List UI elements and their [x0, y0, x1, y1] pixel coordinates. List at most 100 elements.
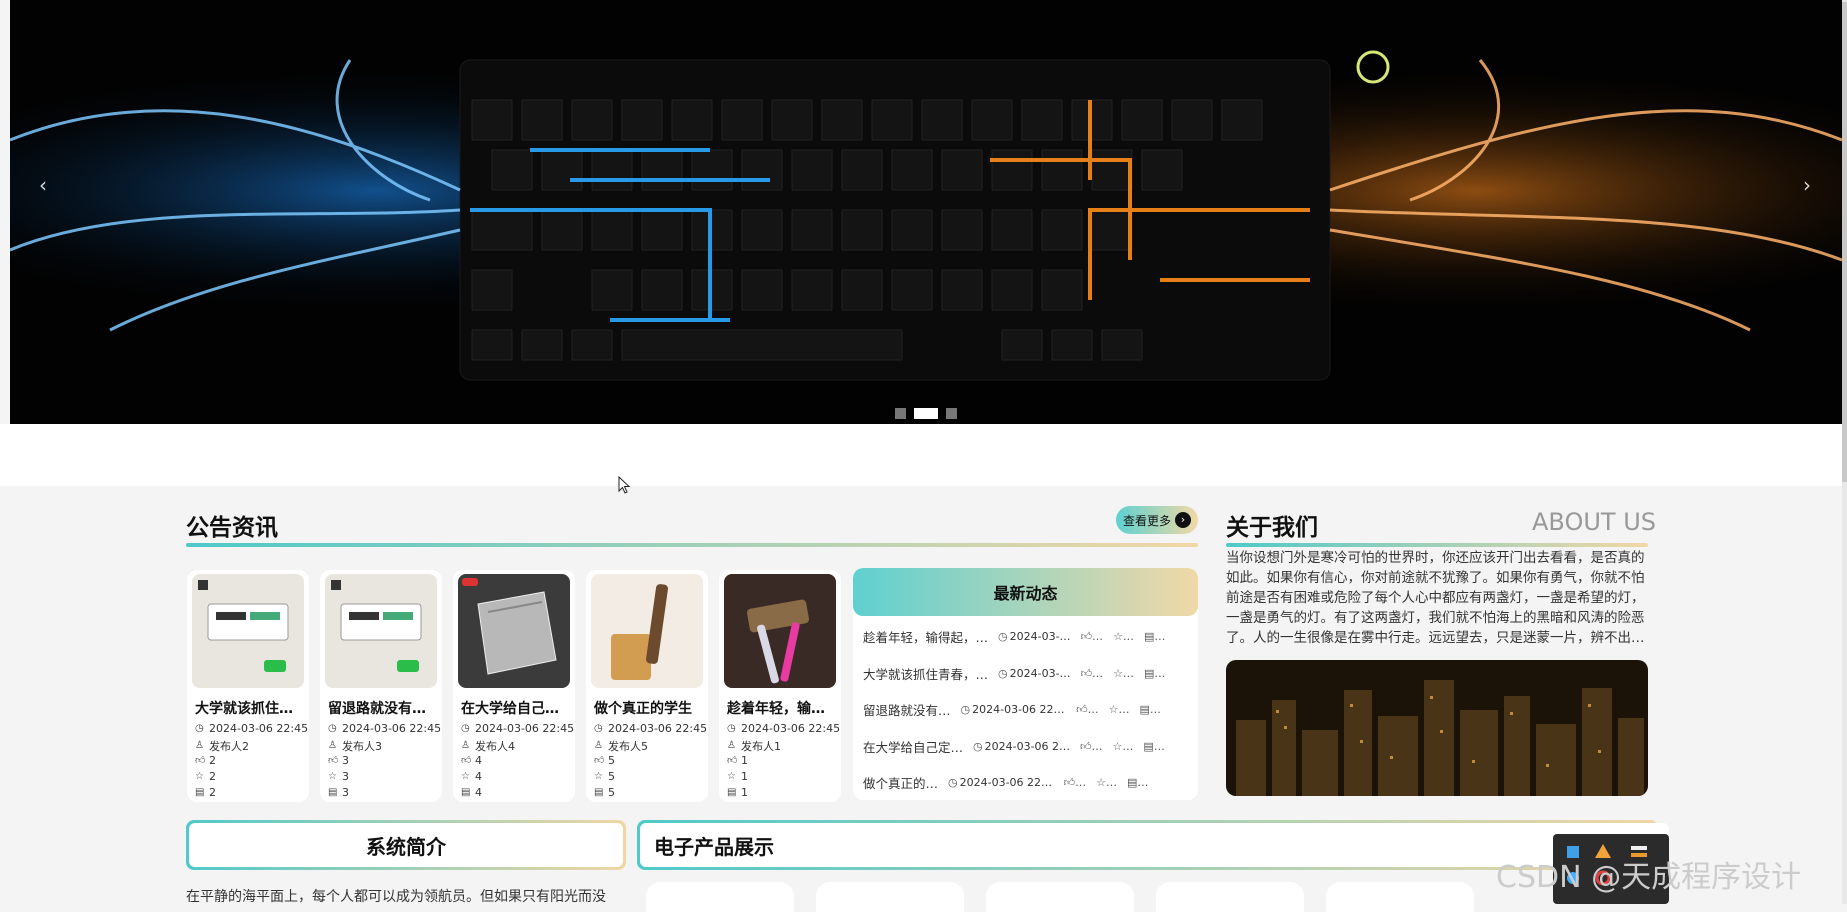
- news-row[interactable]: 在大学给自己定… ◷ 2024-03-06 2… 👍︎… ☆… ▤…: [863, 736, 1193, 756]
- user-icon: ♙: [328, 740, 337, 751]
- views-icon: ▤…: [1143, 666, 1166, 680]
- star-icon: ☆: [195, 770, 204, 782]
- notice-title-underline: [186, 543, 1198, 547]
- news-row[interactable]: 趁着年轻，输得起，… ◷ 2024-03-… 👍︎… ☆… ▤…: [863, 626, 1193, 646]
- about-section-title-en: ABOUT US: [1532, 508, 1657, 536]
- card-date: 2024-03-06 22:45: [608, 722, 708, 735]
- latest-news-title: 最新动态: [853, 568, 1198, 616]
- user-icon: ♙: [727, 740, 736, 751]
- product-card[interactable]: [816, 882, 964, 912]
- latest-news-panel: 最新动态 趁着年轻，输得起，… ◷ 2024-03-… 👍︎… ☆… ▤… 大学就该抓…: [853, 568, 1198, 800]
- product-card[interactable]: [1326, 882, 1474, 912]
- views-icon: ▤: [195, 786, 205, 798]
- news-date: 2024-03-06 22:…: [972, 702, 1067, 716]
- card-title: 大学就该抓住…: [195, 701, 293, 717]
- intro-title: 系统简介: [189, 823, 623, 867]
- notice-card[interactable]: 留退路就没有… ◷ 2024-03-06 22:45 ♙ 发布人3 👍︎ 3 ☆ 3 ▤…: [320, 570, 442, 802]
- card-author: 发布人5: [608, 740, 648, 753]
- mouse-cursor-icon: [618, 476, 631, 494]
- views-icon: ▤: [594, 786, 604, 798]
- star-icon: ☆: [594, 770, 603, 782]
- thumbs-up-icon: 👍︎: [727, 754, 738, 766]
- notice-section-title: 公告资讯: [186, 515, 278, 541]
- carousel-dot-3[interactable]: [946, 408, 957, 419]
- news-row[interactable]: 做个真正的… ◷ 2024-03-06 22:… 👍︎… ☆… ▤…: [863, 772, 1193, 792]
- card-author: 发布人4: [475, 740, 515, 753]
- card-thumbnail: [724, 574, 836, 688]
- about-text: 当你设想门外是寒冷可怕的世界时，你还应该开门出去看看，是否真的如此。如果你有信心…: [1226, 550, 1645, 646]
- news-date: 2024-03-…: [1009, 629, 1071, 643]
- star-icon: ☆…: [1113, 666, 1134, 680]
- card-views: 5: [608, 786, 615, 799]
- carousel-dot-2[interactable]: [914, 408, 938, 419]
- user-icon: ♙: [195, 740, 204, 751]
- thumbs-up-icon: 👍︎…: [1080, 666, 1104, 680]
- product-card[interactable]: [1156, 882, 1304, 912]
- thumbs-up-icon: 👍︎…: [1080, 739, 1103, 753]
- thumbs-up-icon: 👍︎: [594, 754, 605, 766]
- news-title: 留退路就没有…: [863, 702, 951, 718]
- star-icon: ☆: [727, 770, 736, 782]
- news-date: 2024-03-…: [1009, 666, 1071, 680]
- clock-icon: ◷: [998, 666, 1008, 680]
- clock-icon: ◷: [461, 722, 470, 734]
- carousel-dot-1[interactable]: [895, 408, 906, 419]
- user-icon: ♙: [594, 740, 603, 751]
- about-title-underline: [1226, 543, 1648, 547]
- clock-icon: ◷: [960, 702, 971, 716]
- thumbs-up-icon: 👍︎…: [1063, 775, 1087, 789]
- carousel-indicators: [895, 408, 957, 419]
- news-date: 2024-03-06 2…: [984, 739, 1071, 753]
- card-favs: 2: [209, 770, 216, 783]
- product-card[interactable]: [986, 882, 1134, 912]
- card-thumbnail: [458, 574, 570, 688]
- views-icon: ▤: [328, 786, 338, 798]
- product-card[interactable]: [646, 882, 794, 912]
- carousel-next-button[interactable]: ›: [1792, 170, 1822, 200]
- card-favs: 4: [475, 770, 482, 783]
- notice-card[interactable]: 做个真正的学生 ◷ 2024-03-06 22:45 ♙ 发布人5 👍︎ 5 ☆ 5 ▤…: [586, 570, 708, 802]
- news-row[interactable]: 留退路就没有… ◷ 2024-03-06 22:… 👍︎… ☆… ▤…: [863, 699, 1193, 719]
- card-likes: 5: [608, 754, 615, 767]
- scrollbar-thumb[interactable]: [1842, 2, 1847, 482]
- news-title: 做个真正的…: [863, 775, 939, 791]
- card-views: 3: [342, 786, 349, 799]
- card-date: 2024-03-06 22:45: [475, 722, 575, 735]
- card-favs: 5: [608, 770, 615, 783]
- notice-card[interactable]: 趁着年轻，输… ◷ 2024-03-06 22:45 ♙ 发布人1 👍︎ 1 ☆ 1 ▤…: [719, 570, 841, 802]
- card-date: 2024-03-06 22:45: [342, 722, 442, 735]
- news-title: 趁着年轻，输得起，…: [863, 629, 989, 645]
- keyboard-banner-image: [10, 0, 1842, 424]
- views-icon: ▤: [461, 786, 471, 798]
- views-icon: ▤…: [1127, 775, 1149, 789]
- card-thumbnail: [591, 574, 703, 688]
- thumbs-up-icon: 👍︎…: [1076, 702, 1099, 716]
- clock-icon: ◷: [328, 722, 337, 734]
- star-icon: ☆: [461, 770, 470, 782]
- card-views: 1: [741, 786, 748, 799]
- arrow-right-circle-icon: ›: [1175, 512, 1191, 528]
- star-icon: ☆…: [1108, 702, 1130, 716]
- banner-spacer: [0, 424, 1847, 486]
- carousel-prev-button[interactable]: ‹: [28, 170, 58, 200]
- card-date: 2024-03-06 22:45: [209, 722, 309, 735]
- thumbs-up-icon: 👍︎: [195, 754, 206, 766]
- card-favs: 1: [741, 770, 748, 783]
- card-author: 发布人1: [741, 740, 781, 753]
- card-thumbnail: [325, 574, 437, 688]
- views-icon: ▤…: [1139, 702, 1161, 716]
- card-likes: 4: [475, 754, 482, 767]
- view-more-button[interactable]: 查看更多 ›: [1116, 506, 1198, 534]
- page-scrollbar[interactable]: [1842, 0, 1847, 904]
- banner-carousel[interactable]: ‹ ›: [10, 0, 1842, 424]
- notice-card[interactable]: 在大学给自己… ◷ 2024-03-06 22:45 ♙ 发布人4 👍︎ 4 ☆ 4 ▤…: [453, 570, 575, 802]
- notice-card[interactable]: 大学就该抓住… ◷ 2024-03-06 22:45 ♙ 发布人2 👍︎ 2 ☆ 2 ▤…: [187, 570, 309, 802]
- star-icon: ☆…: [1096, 775, 1117, 789]
- card-title: 趁着年轻，输…: [727, 701, 825, 717]
- card-favs: 3: [342, 770, 349, 783]
- news-title: 在大学给自己定…: [863, 739, 964, 755]
- news-row[interactable]: 大学就该抓住青春，… ◷ 2024-03-… 👍︎… ☆… ▤…: [863, 663, 1193, 683]
- views-icon: ▤…: [1143, 629, 1166, 643]
- about-section-title: 关于我们: [1226, 515, 1318, 541]
- card-title: 做个真正的学生: [594, 701, 692, 717]
